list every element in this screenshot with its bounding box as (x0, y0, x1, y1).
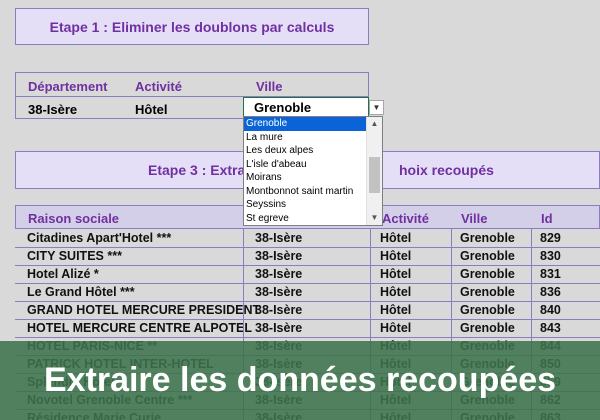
table-row: CITY SUITES *** 38-Isère Hôtel Grenoble 830 (15, 248, 600, 266)
table-cell[interactable]: 831 (540, 267, 561, 281)
table-row: Citadines Apart'Hotel *** 38-Isère Hôtel Gr… (15, 230, 600, 248)
criteria-header-activite: Activité (135, 79, 182, 94)
table-cell[interactable]: Hôtel (380, 249, 411, 263)
table-cell[interactable]: 38-Isère (255, 321, 302, 335)
table-cell[interactable]: 38-Isère (255, 285, 302, 299)
table-cell[interactable]: Citadines Apart'Hotel *** (27, 231, 171, 245)
table-cell[interactable]: 829 (540, 231, 561, 245)
table-cell[interactable]: Hotel Alizé * (27, 267, 99, 281)
table-cell[interactable]: GRAND HOTEL MERCURE PRESIDENT (27, 303, 260, 317)
dropdown-option[interactable]: St egreve (244, 212, 382, 226)
dropdown-option[interactable]: Les deux alpes (244, 144, 382, 158)
table-cell[interactable]: 38-Isère (255, 267, 302, 281)
results-header-ville: Ville (461, 211, 488, 226)
table-cell[interactable]: Hôtel (380, 321, 411, 335)
dropdown-option[interactable]: Montbonnot saint martin (244, 185, 382, 199)
results-header-activite: Activité (382, 211, 429, 226)
step3-title-left: Etape 3 : Extra (148, 162, 246, 178)
chevron-down-icon: ▼ (372, 103, 381, 112)
scroll-up-icon[interactable]: ▲ (367, 117, 382, 131)
table-cell[interactable]: Hôtel (380, 303, 411, 317)
table-cell[interactable]: Grenoble (460, 231, 515, 245)
criteria-value-departement[interactable]: 38-Isère (28, 102, 77, 117)
table-row: Hotel Alizé * 38-Isère Hôtel Grenoble 831 (15, 266, 600, 284)
table-cell[interactable]: Grenoble (460, 321, 515, 335)
table-cell[interactable]: 38-Isère (255, 303, 302, 317)
scroll-down-icon[interactable]: ▼ (367, 211, 382, 225)
table-cell[interactable]: 830 (540, 249, 561, 263)
table-cell[interactable]: 38-Isère (255, 249, 302, 263)
table-row: HOTEL MERCURE CENTRE ALPOTEL 38-Isère Hôte… (15, 320, 600, 338)
table-row: GRAND HOTEL MERCURE PRESIDENT 38-Isère Hôt… (15, 302, 600, 320)
dropdown-options: Grenoble La mure Les deux alpes L'isle d'ab… (244, 117, 382, 225)
title-banner: Extraire les données recoupées (0, 341, 600, 420)
scrollbar-thumb[interactable] (369, 157, 380, 193)
table-cell[interactable]: Grenoble (460, 285, 515, 299)
table-cell[interactable]: 840 (540, 303, 561, 317)
dropdown-option[interactable]: La mure (244, 131, 382, 145)
table-cell[interactable]: Hôtel (380, 231, 411, 245)
table-cell[interactable]: 843 (540, 321, 561, 335)
criteria-value-activite[interactable]: Hôtel (135, 102, 168, 117)
table-cell[interactable]: CITY SUITES *** (27, 249, 122, 263)
table-row: Le Grand Hôtel *** 38-Isère Hôtel Grenoble 8… (15, 284, 600, 302)
step3-title-right: hoix recoupés (399, 162, 494, 178)
step1-title: Etape 1 : Eliminer les doublons par calc… (15, 8, 369, 45)
dropdown-scrollbar[interactable]: ▲ ▼ (366, 117, 382, 225)
table-cell[interactable]: Grenoble (460, 267, 515, 281)
dropdown-toggle-button[interactable]: ▼ (369, 100, 384, 115)
table-cell[interactable]: 38-Isère (255, 231, 302, 245)
table-cell[interactable]: Hôtel (380, 267, 411, 281)
dropdown-option[interactable]: Grenoble (244, 117, 382, 131)
ville-dropdown-list[interactable]: Grenoble La mure Les deux alpes L'isle d'ab… (243, 116, 383, 226)
results-header-id: Id (541, 211, 553, 226)
criteria-header-ville: Ville (256, 79, 283, 94)
dropdown-option[interactable]: Seyssins (244, 198, 382, 212)
table-cell[interactable]: Le Grand Hôtel *** (27, 285, 135, 299)
criteria-header-departement: Département (28, 79, 108, 94)
table-cell[interactable]: Grenoble (460, 303, 515, 317)
table-cell[interactable]: 836 (540, 285, 561, 299)
table-cell[interactable]: Grenoble (460, 249, 515, 263)
results-header-raison-sociale: Raison sociale (28, 211, 120, 226)
dropdown-option[interactable]: Moirans (244, 171, 382, 185)
table-cell[interactable]: Hôtel (380, 285, 411, 299)
dropdown-option[interactable]: L'isle d'abeau (244, 158, 382, 172)
table-cell[interactable]: HOTEL MERCURE CENTRE ALPOTEL (27, 321, 252, 335)
